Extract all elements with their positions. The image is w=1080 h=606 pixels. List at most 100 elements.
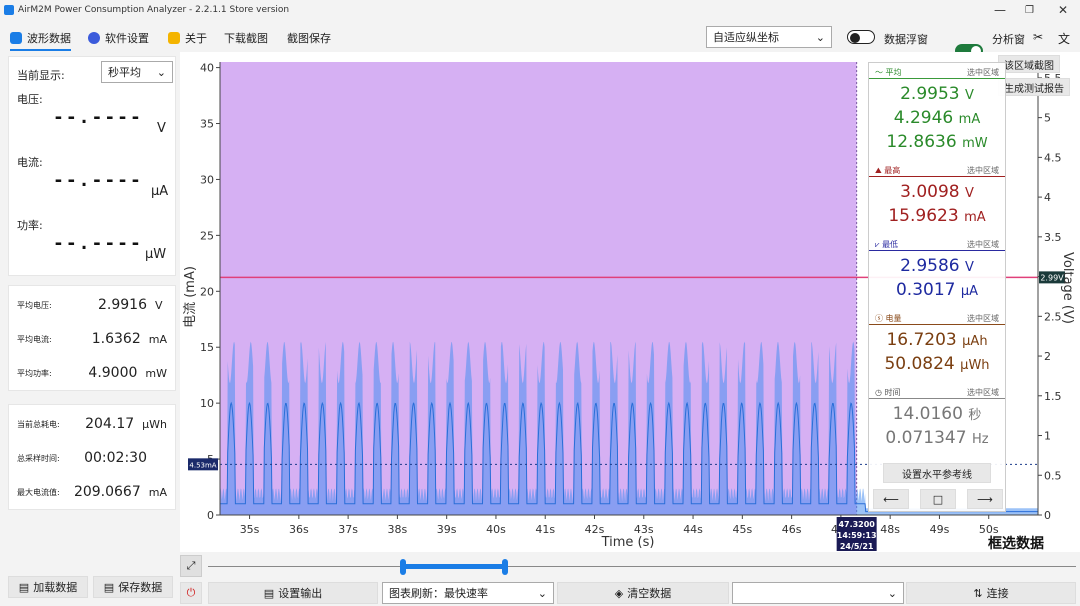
minimize-icon[interactable]: — (994, 3, 1006, 17)
save-data-button[interactable]: ▤ 保存数据 (93, 576, 173, 598)
power-value: --.---- (53, 233, 143, 254)
realtime-panel: 当前显示: 秒平均 ⌄ 电压: --.---- V 电流: --.---- μA… (8, 56, 176, 276)
max-title: ⛰ 最高 (875, 165, 900, 176)
port-select[interactable]: ⌄ (732, 582, 904, 604)
tab-settings-label: 软件设置 (105, 32, 149, 45)
chevron-down-icon: ⌄ (815, 30, 825, 44)
unit: mA (958, 112, 981, 127)
x-tick-label: 38s (388, 523, 408, 536)
average-panel: 平均电压: 2.9916 V 平均电流: 1.6362 mA 平均功率: 4.9000 mW (8, 285, 176, 391)
min-icon: ⩗ (875, 240, 883, 249)
fullscreen-button[interactable]: ⤢ (180, 555, 202, 577)
tab-settings[interactable]: 软件设置 (88, 30, 149, 46)
total-time-value: 00:02:30 (84, 450, 147, 466)
range-slider-start-handle[interactable] (400, 559, 406, 575)
axis-mode-select[interactable]: 自适应纵坐标 ⌄ (706, 26, 832, 48)
right-arrow-button[interactable]: ⟶ (967, 489, 1003, 509)
min-v-value: 2.9586 (900, 256, 960, 276)
time-title-text: 时间 (884, 388, 901, 397)
eraser-icon: ◈ (614, 586, 624, 600)
avg-voltage-label: 平均电压: (17, 300, 52, 310)
time-region-label: 选中区域 (967, 388, 999, 397)
output-settings-label: 设置输出 (278, 587, 323, 600)
save-screenshot-menu[interactable]: 截图保存 (287, 30, 331, 46)
range-slider-track[interactable] (208, 566, 1076, 567)
power-button[interactable]: ⏻ (180, 582, 202, 604)
window-title: AirM2M Power Consumption Analyzer - 2.2.… (18, 5, 290, 15)
set-reference-button[interactable]: 设置水平参考线 (883, 463, 991, 483)
max-region-label: 选中区域 (967, 166, 999, 175)
pin-icon[interactable]: ✂ (1033, 30, 1043, 44)
restore-icon[interactable]: ❐ (1025, 5, 1034, 16)
x-tick-label: 41s (535, 523, 555, 536)
avg-current-value: 1.6362 (91, 331, 141, 347)
tab-about[interactable]: 关于 (168, 30, 207, 46)
avg-power: 12.8636 mW (869, 131, 1005, 155)
x-tick-label: 40s (486, 523, 506, 536)
x-tick-label: 48s (880, 523, 900, 536)
max-current-row: 最大电流值: 209.0667 mA (9, 475, 175, 509)
connect-button[interactable]: ⇅ 连接 (906, 582, 1076, 604)
float-toggle[interactable] (847, 30, 875, 44)
total-energy-unit: μWh (142, 417, 167, 431)
max-current-value: 209.0667 (73, 484, 141, 500)
y2-tick-label: 2.5 (1044, 310, 1062, 323)
avg-title-text: 平均 (885, 68, 902, 77)
range-slider-selection (402, 564, 504, 569)
voltage-unit: V (157, 121, 166, 136)
download-screenshot-menu[interactable]: 下载截图 (224, 30, 268, 46)
avg-current-unit: mA (148, 332, 167, 346)
y-tick-label: 15 (200, 341, 214, 354)
time-header: ◷ 时间 选中区域 (869, 383, 1005, 399)
tab-about-label: 关于 (185, 32, 207, 45)
translate-icon[interactable]: 文 (1058, 30, 1070, 47)
toggle-knob (850, 33, 860, 43)
min-header: ⩗ 最低 选中区域 (869, 235, 1005, 251)
current-value: --.---- (53, 170, 143, 191)
generate-report-button[interactable]: 生成测试报告 (998, 78, 1070, 96)
time-s-value: 14.0160 (892, 404, 963, 424)
unit: V (964, 260, 974, 275)
analysis-label: 分析窗 (992, 33, 1025, 46)
voltage-label: 电压: (17, 93, 43, 106)
axis-mode-value: 自适应纵坐标 (713, 31, 779, 44)
clear-data-button[interactable]: ◈ 清空数据 (557, 582, 729, 604)
energy-title: ⓢ 电量 (875, 313, 902, 324)
avg-title: 〜 平均 (875, 67, 902, 78)
load-data-label: 加载数据 (33, 581, 78, 594)
energy-header: ⓢ 电量 选中区域 (869, 309, 1005, 325)
total-time-row: 总采样时间: 00:02:30 (9, 441, 175, 475)
total-energy-row: 当前总耗电: 204.17 μWh (9, 407, 175, 441)
output-settings-button[interactable]: ▤ 设置输出 (208, 582, 378, 604)
range-slider-end-handle[interactable] (502, 559, 508, 575)
unit: μWh (960, 358, 990, 373)
avg-icon: 〜 (875, 68, 886, 77)
arrow-right-icon: ⟶ (977, 492, 993, 506)
center-button[interactable]: □ (920, 489, 956, 509)
close-icon[interactable]: ✕ (1058, 3, 1068, 17)
x-tick-label: 44s (683, 523, 703, 536)
avg-current: 4.2946 mA (869, 107, 1005, 131)
current-label: 电流: (17, 156, 43, 169)
power-icon: ⏻ (186, 586, 196, 599)
energy-region-label: 选中区域 (967, 314, 999, 323)
y2-tick-label: 1.5 (1044, 390, 1062, 403)
refresh-rate-select[interactable]: 图表刷新：最快速率 ⌄ (382, 582, 554, 604)
load-data-button[interactable]: ▤ 加载数据 (8, 576, 88, 598)
y-tick-label: 30 (200, 173, 214, 186)
unit: V (964, 88, 974, 103)
region-capture-button[interactable]: 该区域截图 (998, 55, 1060, 73)
left-arrow-button[interactable]: ⟵ (873, 489, 909, 509)
current-unit: μA (151, 184, 169, 199)
total-energy-value: 204.17 (85, 416, 135, 432)
avg-current-row: 平均电流: 1.6362 mA (9, 322, 175, 356)
expand-icon: ⤢ (186, 559, 196, 572)
max-header: ⛰ 最高 选中区域 (869, 161, 1005, 177)
energy-charge: 16.7203 μAh (869, 329, 1005, 353)
unit: Hz (971, 432, 989, 447)
y2-tick-label: 3.5 (1044, 231, 1062, 244)
max-current-unit: mA (148, 485, 167, 499)
display-mode-select[interactable]: 秒平均 ⌄ (101, 61, 173, 83)
tab-waveform[interactable]: 波形数据 (10, 30, 71, 51)
y2-tick-label: 5 (1044, 112, 1051, 125)
